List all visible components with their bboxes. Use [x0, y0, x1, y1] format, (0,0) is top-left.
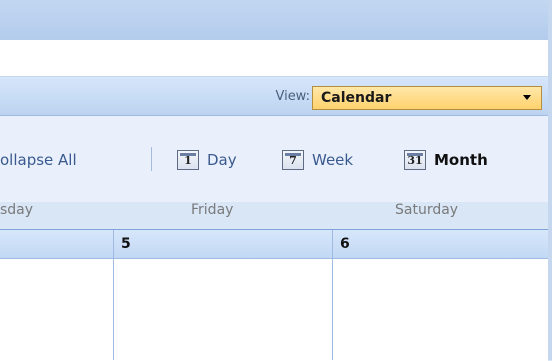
calendar-day-icon: 1: [177, 150, 199, 170]
column-divider: [332, 230, 333, 360]
window-right-edge: [548, 0, 552, 360]
toolbar-separator: [151, 147, 152, 171]
month-view-label: Month: [434, 151, 488, 169]
day-header-saturday: Saturday: [395, 202, 459, 218]
view-label: View:: [275, 89, 310, 104]
month-view-button[interactable]: 31 Month: [404, 148, 488, 172]
collapse-all-label: ollapse All: [0, 151, 77, 169]
top-band: [0, 0, 552, 40]
day-view-button[interactable]: 1 Day: [177, 148, 237, 172]
white-band: [0, 40, 550, 77]
date-row: [0, 230, 548, 259]
collapse-all-button[interactable]: ollapse All: [0, 148, 77, 172]
view-select-value: Calendar: [321, 90, 392, 106]
dropdown-arrow-icon: [523, 95, 531, 100]
view-select[interactable]: Calendar: [312, 86, 542, 110]
column-divider: [113, 230, 114, 360]
day-view-label: Day: [207, 151, 237, 169]
week-view-label: Week: [312, 151, 354, 169]
day-header-thursday: sday: [0, 202, 34, 218]
calendar-week-icon: 7: [282, 150, 304, 170]
day-header-friday: Friday: [191, 202, 234, 218]
week-view-button[interactable]: 7 Week: [282, 148, 353, 172]
calendar-month-icon: 31: [404, 150, 426, 170]
date-number-5[interactable]: 5: [121, 236, 131, 252]
date-number-6[interactable]: 6: [340, 236, 350, 252]
